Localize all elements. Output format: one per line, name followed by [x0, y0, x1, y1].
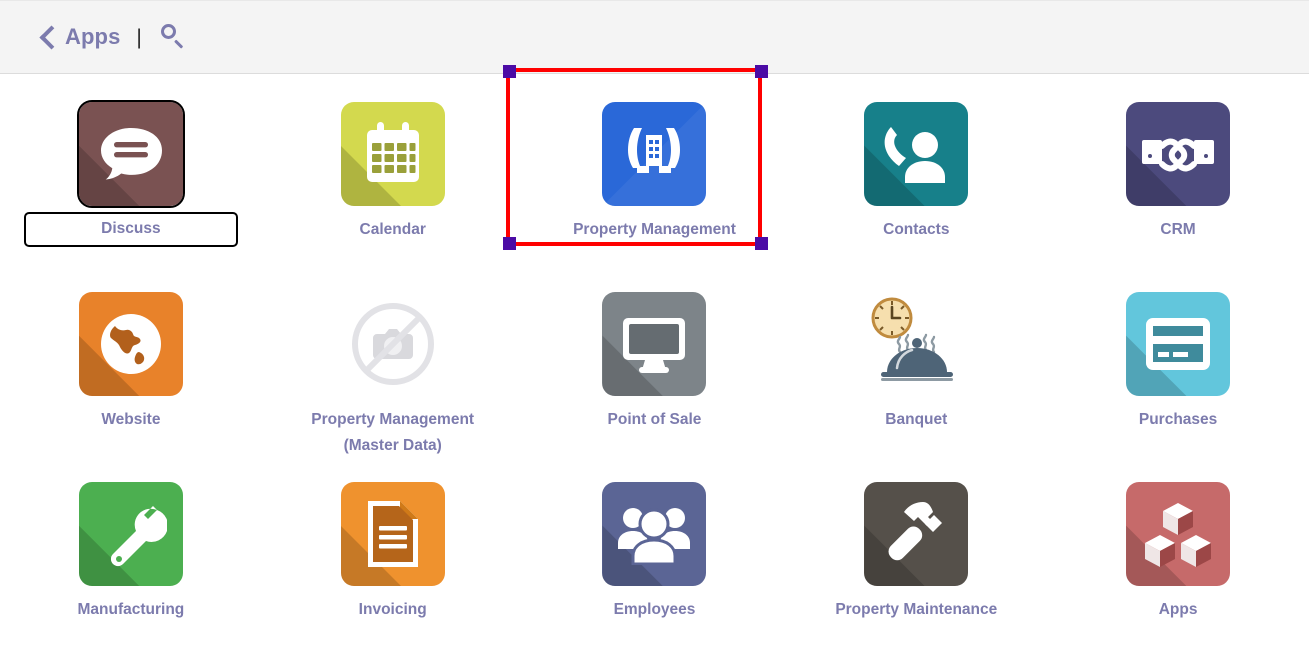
app-label: Property Maintenance	[835, 601, 998, 618]
app-label: Apps	[1158, 601, 1198, 618]
globe-icon	[78, 292, 183, 396]
app-tile-discuss[interactable]: Discuss	[0, 96, 262, 286]
app-tile-property-management[interactable]: Property Management	[524, 96, 786, 286]
phone-person-icon	[864, 102, 969, 206]
credit-card-icon	[1126, 292, 1231, 396]
app-tile-point-of-sale[interactable]: Point of Sale	[524, 286, 786, 476]
app-tile-purchases[interactable]: Purchases	[1047, 286, 1309, 476]
app-label: Property Management (Master Data)	[311, 411, 475, 454]
app-tile-property-maintenance[interactable]: Property Maintenance	[785, 476, 1047, 666]
wrench-icon	[78, 482, 183, 586]
app-tile-calendar[interactable]: Calendar	[262, 96, 524, 286]
app-tile-property-management-master-data[interactable]: Property Management (Master Data)	[262, 286, 524, 476]
breadcrumb-apps-link[interactable]: Apps	[65, 24, 120, 50]
app-tile-apps[interactable]: Apps	[1047, 476, 1309, 666]
selection-handle-top-left[interactable]	[503, 65, 516, 78]
app-tile-invoicing[interactable]: Invoicing	[262, 476, 524, 666]
app-label: Calendar	[359, 221, 426, 238]
handshake-icon	[1126, 102, 1231, 206]
breadcrumb: Apps |	[40, 23, 188, 51]
chat-bubble-icon	[76, 100, 185, 208]
breadcrumb-separator: |	[136, 25, 142, 49]
app-header: Apps |	[0, 0, 1309, 74]
search-icon[interactable]	[160, 23, 188, 51]
broken-image-icon	[341, 292, 445, 396]
calendar-icon	[340, 102, 445, 206]
app-label: Purchases	[1138, 411, 1218, 428]
app-label: Employees	[613, 601, 696, 618]
app-label: Discuss	[23, 212, 238, 247]
app-grid: Discuss Calendar Property Management Con…	[0, 74, 1309, 666]
people-group-icon	[602, 482, 707, 586]
selection-handle-top-right[interactable]	[755, 65, 768, 78]
app-tile-banquet[interactable]: Banquet	[785, 286, 1047, 476]
app-tile-contacts[interactable]: Contacts	[785, 96, 1047, 286]
app-tile-employees[interactable]: Employees	[524, 476, 786, 666]
app-label: Manufacturing	[77, 601, 185, 618]
selection-handle-bottom-left[interactable]	[503, 237, 516, 250]
app-tile-manufacturing[interactable]: Manufacturing	[0, 476, 262, 666]
app-label: CRM	[1160, 221, 1196, 238]
document-lines-icon	[340, 482, 445, 586]
app-label: Property Management	[573, 221, 736, 238]
hands-building-icon	[602, 102, 707, 206]
clock-cloche-icon	[864, 292, 968, 396]
app-label: Invoicing	[358, 601, 427, 618]
cubes-icon	[1126, 482, 1231, 586]
selection-handle-bottom-right[interactable]	[755, 237, 768, 250]
app-tile-crm[interactable]: CRM	[1047, 96, 1309, 286]
app-label: Website	[101, 411, 161, 428]
chevron-left-icon[interactable]	[40, 25, 56, 49]
app-label: Banquet	[885, 411, 948, 428]
monitor-icon	[602, 292, 707, 396]
app-label: Contacts	[883, 221, 950, 238]
app-label: Point of Sale	[607, 411, 702, 428]
hammer-icon	[864, 482, 969, 586]
app-tile-website[interactable]: Website	[0, 286, 262, 476]
